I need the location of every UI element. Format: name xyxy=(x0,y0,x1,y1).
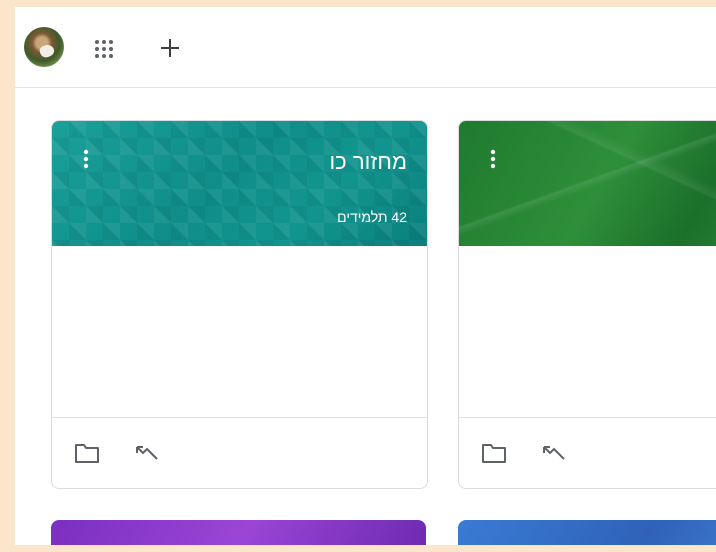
trending-icon[interactable] xyxy=(134,444,160,462)
app-frame: מחזור כו 42 תלמידים xyxy=(15,7,716,545)
class-card-peek[interactable] xyxy=(51,520,426,545)
more-vert-icon[interactable] xyxy=(485,147,501,171)
folder-icon[interactable] xyxy=(481,442,507,464)
class-card[interactable]: מחזור כו 42 תלמידים xyxy=(51,120,428,489)
top-app-bar xyxy=(15,7,716,88)
class-title[interactable]: מחזור כו xyxy=(329,149,407,175)
class-card-footer xyxy=(52,417,427,488)
class-card-banner[interactable]: מחזור כו 42 תלמידים xyxy=(52,121,427,246)
plus-icon[interactable] xyxy=(159,37,181,59)
class-card-footer xyxy=(459,417,716,488)
class-card[interactable] xyxy=(458,120,716,489)
avatar[interactable] xyxy=(24,27,64,67)
student-count: 42 תלמידים xyxy=(337,209,407,225)
more-vert-icon[interactable] xyxy=(78,147,94,171)
apps-grid-icon[interactable] xyxy=(94,39,114,59)
class-card-peek[interactable] xyxy=(458,520,716,545)
class-card-banner[interactable] xyxy=(459,121,716,246)
trending-icon[interactable] xyxy=(541,444,567,462)
folder-icon[interactable] xyxy=(74,442,100,464)
